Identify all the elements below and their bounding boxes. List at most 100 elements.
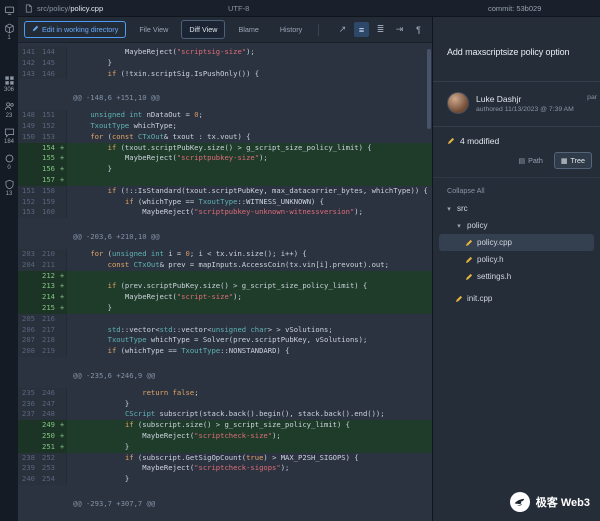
diff-row[interactable]: 204211 const CTxOut& prev = mapInputs.Ac… (18, 260, 432, 271)
diff-row[interactable]: 143146 if (!txin.scriptSig.IsPushOnly())… (18, 69, 432, 80)
line-number-gutter[interactable]: 251+ (18, 442, 67, 453)
diff-row[interactable]: 215+ } (18, 303, 432, 314)
chevron-down-icon[interactable]: ▾ (445, 205, 453, 213)
edit-in-working-directory-button[interactable]: Edit in working directory (24, 21, 126, 38)
diff-row[interactable]: 237248 CScript subscript(stack.back().be… (18, 409, 432, 420)
line-number-new: 213 (38, 281, 58, 292)
line-number-gutter[interactable]: 157+ (18, 175, 67, 186)
line-number-gutter[interactable]: 149152 (18, 121, 67, 132)
diff-row[interactable]: 152159 if (whichType == TxoutType::WITNE… (18, 197, 432, 208)
package-icon[interactable]: 1 (4, 23, 15, 42)
line-number-gutter[interactable]: 151158 (18, 186, 67, 197)
diff-row[interactable]: 150153 for (const CTxOut& txout : tx.vou… (18, 132, 432, 143)
line-number-gutter[interactable]: 206217 (18, 325, 67, 336)
word-wrap-icon[interactable]: ≡ (354, 22, 369, 37)
line-number-gutter[interactable]: 143146 (18, 69, 67, 80)
tree-item-settings.h[interactable]: settings.h (439, 268, 594, 285)
line-number-gutter[interactable]: 236247 (18, 399, 67, 410)
diff-row[interactable]: 149152 TxoutType whichType; (18, 121, 432, 132)
line-number-gutter[interactable]: 249+ (18, 420, 67, 431)
pilcrow-icon[interactable]: ¶ (411, 22, 426, 37)
diff-row[interactable]: 151158 if (!::IsStandard(txout.scriptPub… (18, 186, 432, 197)
line-number-gutter[interactable]: 207218 (18, 335, 67, 346)
line-number-gutter[interactable]: 150153 (18, 132, 67, 143)
users-icon[interactable]: 23 (4, 101, 15, 120)
pin-icon[interactable]: 0 (4, 153, 15, 172)
line-number-gutter[interactable]: 154+ (18, 143, 67, 154)
diff-row[interactable]: 249+ if (subscript.size() > g_script_siz… (18, 420, 432, 431)
line-number-gutter[interactable]: 214+ (18, 292, 67, 303)
diff-row[interactable]: 236247 } (18, 399, 432, 410)
whitespace-icon[interactable]: ⇥ (392, 22, 407, 37)
diff-scrollbar[interactable] (427, 49, 431, 129)
collapse-all-button[interactable]: Collapse All (433, 178, 600, 200)
diff-row[interactable]: 156+ } (18, 164, 432, 175)
code-line: } (67, 442, 129, 453)
open-external-icon[interactable]: ↗ (335, 22, 350, 37)
apps-icon[interactable]: 306 (4, 75, 15, 94)
tree-item-policy[interactable]: ▾policy (439, 217, 594, 234)
diff-row[interactable]: 203210 for (unsigned int i = 0; i < tx.v… (18, 249, 432, 260)
line-number-gutter[interactable]: 142145 (18, 58, 67, 69)
diff-row[interactable]: 214+ MaybeReject("script-size"); (18, 292, 432, 303)
line-number-gutter[interactable]: 148151 (18, 110, 67, 121)
line-number-gutter[interactable]: 215+ (18, 303, 67, 314)
chevron-down-icon[interactable]: ▾ (455, 222, 463, 230)
diff-row[interactable]: 155+ MaybeReject("scriptpubkey-size"); (18, 153, 432, 164)
monitor-icon[interactable] (4, 5, 15, 16)
diff-row[interactable]: 148151 unsigned int nDataOut = 0; (18, 110, 432, 121)
line-number-gutter[interactable]: 204211 (18, 260, 67, 271)
diff-row[interactable]: 213+ if (prev.scriptPubKey.size() > g_sc… (18, 281, 432, 292)
line-numbers-icon[interactable]: ≣ (373, 22, 388, 37)
tree-view-button[interactable]: ▦ Tree (554, 152, 592, 169)
diff-row[interactable]: 239253 MaybeReject("scriptcheck-sigops")… (18, 463, 432, 474)
diff-row[interactable]: 157+ (18, 175, 432, 186)
diff-row[interactable]: 205216 (18, 314, 432, 325)
shield-icon[interactable]: 13 (4, 179, 15, 198)
line-number-gutter[interactable]: 237248 (18, 409, 67, 420)
line-number-gutter[interactable]: 141144 (18, 47, 67, 58)
avatar[interactable] (447, 92, 469, 114)
tab-diff-view[interactable]: Diff View (181, 20, 225, 39)
line-number-gutter[interactable]: 205216 (18, 314, 67, 325)
line-number-gutter[interactable]: 235246 (18, 388, 67, 399)
encoding-selector[interactable]: UTF-8 (228, 4, 249, 13)
line-number-gutter[interactable]: 208219 (18, 346, 67, 357)
line-number-gutter[interactable]: 203210 (18, 249, 67, 260)
tree-item-init.cpp[interactable]: init.cpp (439, 290, 594, 307)
diff-row[interactable]: 250+ MaybeReject("scriptcheck-size"); (18, 431, 432, 442)
tab-file-view[interactable]: File View (131, 20, 176, 39)
blame-button[interactable]: Blame (230, 20, 266, 39)
line-number-gutter[interactable]: 250+ (18, 431, 67, 442)
line-number-gutter[interactable]: 213+ (18, 281, 67, 292)
tree-item-policy.cpp[interactable]: policy.cpp (439, 234, 594, 251)
tree-item-policy.h[interactable]: policy.h (439, 251, 594, 268)
tree-item-src[interactable]: ▾src (439, 200, 594, 217)
diff-row[interactable]: 240254 } (18, 474, 432, 485)
diff-row[interactable]: 142145 } (18, 58, 432, 69)
chat-icon[interactable]: 184 (4, 127, 15, 146)
line-number-gutter[interactable]: 238252 (18, 453, 67, 464)
diff-row[interactable]: 206217 std::vector<std::vector<unsigned … (18, 325, 432, 336)
code-line: } (67, 303, 112, 314)
diff-row[interactable]: 154+ if (txout.scriptPubKey.size() > g_s… (18, 143, 432, 154)
line-number-gutter[interactable]: 156+ (18, 164, 67, 175)
diff-row[interactable]: 235246 return false; (18, 388, 432, 399)
line-number-new: 158 (38, 186, 58, 197)
line-number-gutter[interactable]: 153160 (18, 207, 67, 218)
line-number-gutter[interactable]: 240254 (18, 474, 67, 485)
line-number-gutter[interactable]: 152159 (18, 197, 67, 208)
diff-rows: 141144 MaybeReject("scriptsig-size");142… (18, 43, 432, 510)
diff-row[interactable]: 153160 MaybeReject("scriptpubkey-unknown… (18, 207, 432, 218)
path-view-button[interactable]: ▤ Path (511, 152, 549, 169)
diff-row[interactable]: 212+ (18, 271, 432, 282)
diff-row[interactable]: 251+ } (18, 442, 432, 453)
diff-row[interactable]: 238252 if (subscript.GetSigOpCount(true)… (18, 453, 432, 464)
line-number-gutter[interactable]: 212+ (18, 271, 67, 282)
diff-row[interactable]: 207218 TxoutType whichType = Solver(prev… (18, 335, 432, 346)
history-button[interactable]: History (272, 20, 310, 39)
diff-row[interactable]: 208219 if (whichType == TxoutType::NONST… (18, 346, 432, 357)
diff-row[interactable]: 141144 MaybeReject("scriptsig-size"); (18, 47, 432, 58)
line-number-gutter[interactable]: 155+ (18, 153, 67, 164)
line-number-gutter[interactable]: 239253 (18, 463, 67, 474)
